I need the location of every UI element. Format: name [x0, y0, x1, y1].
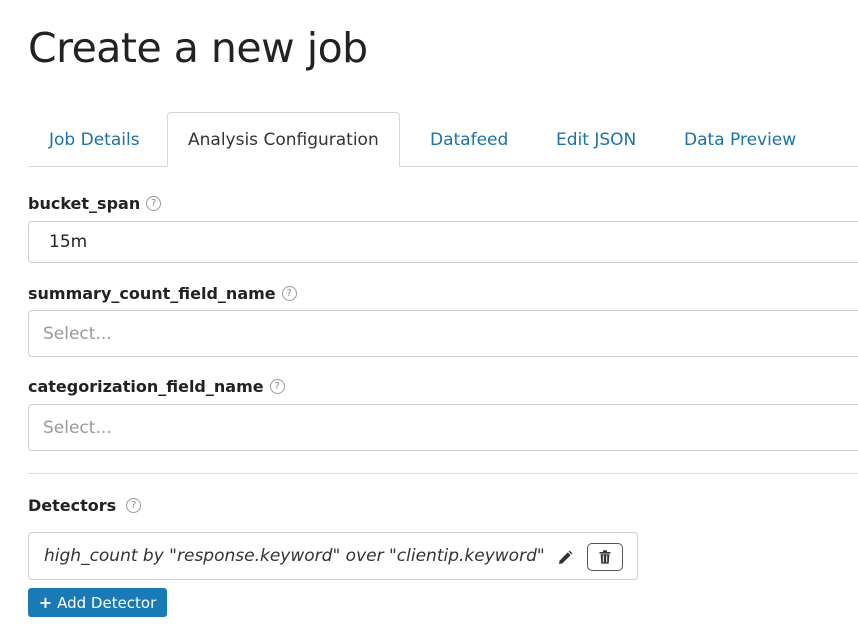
- plus-icon: +: [38, 592, 53, 612]
- page-title: Create a new job: [28, 24, 368, 72]
- tab-job-details[interactable]: Job Details: [49, 112, 140, 167]
- trash-icon: [599, 550, 611, 564]
- add-detector-label: Add Detector: [57, 593, 157, 612]
- detector-item: high_count by "response.keyword" over "c…: [28, 532, 638, 580]
- summary-count-field-placeholder: Select...: [43, 323, 112, 344]
- categorization-field-select[interactable]: Select...: [28, 404, 858, 451]
- categorization-field-label-text: categorization_field_name: [28, 377, 264, 396]
- tab-edit-json[interactable]: Edit JSON: [556, 112, 636, 167]
- bucket-span-input[interactable]: 15m: [28, 221, 858, 263]
- summary-count-field-label: summary_count_field_name ?: [28, 284, 297, 303]
- pencil-icon[interactable]: [557, 550, 573, 566]
- bucket-span-label-text: bucket_span: [28, 194, 141, 213]
- help-circle-icon[interactable]: ?: [269, 379, 285, 394]
- summary-count-field-label-text: summary_count_field_name: [28, 284, 276, 303]
- categorization-field-label: categorization_field_name ?: [28, 377, 285, 396]
- detectors-label-text: Detectors: [28, 496, 117, 515]
- help-circle-icon[interactable]: ?: [146, 196, 162, 211]
- tab-datafeed[interactable]: Datafeed: [430, 112, 508, 167]
- bucket-span-value: 15m: [49, 232, 88, 252]
- help-circle-icon[interactable]: ?: [126, 498, 142, 513]
- tab-analysis-configuration[interactable]: Analysis Configuration: [167, 112, 400, 167]
- tab-data-preview[interactable]: Data Preview: [684, 112, 796, 167]
- summary-count-field-select[interactable]: Select...: [28, 310, 858, 357]
- categorization-field-placeholder: Select...: [43, 417, 112, 438]
- delete-detector-button[interactable]: [587, 543, 623, 571]
- tab-bar: Job Details Analysis Configuration Dataf…: [28, 112, 858, 167]
- bucket-span-label: bucket_span ?: [28, 194, 162, 213]
- detectors-label: Detectors ?: [28, 496, 142, 515]
- help-circle-icon[interactable]: ?: [281, 286, 297, 301]
- detector-description: high_count by "response.keyword" over "c…: [44, 546, 545, 566]
- add-detector-button[interactable]: + Add Detector: [28, 588, 167, 617]
- section-divider: [28, 473, 858, 474]
